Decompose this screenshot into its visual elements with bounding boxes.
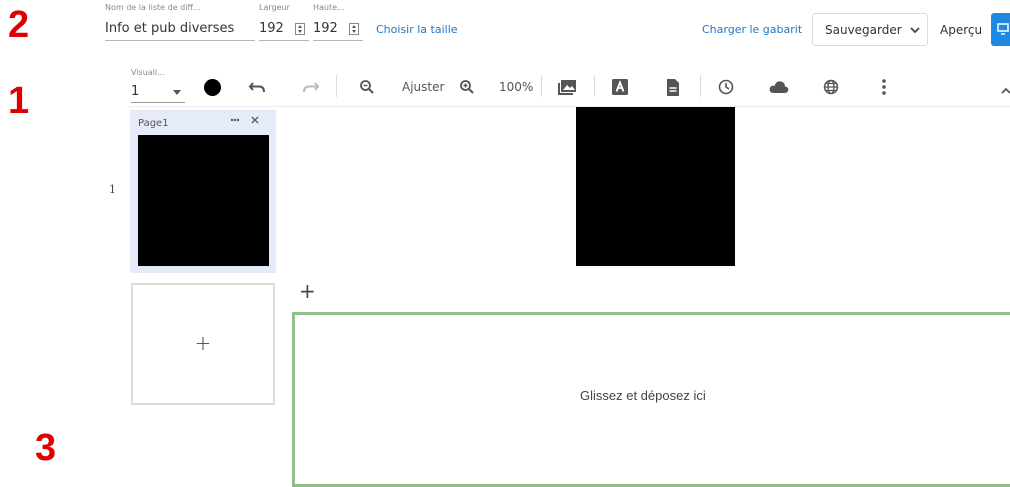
page-thumbnail-card[interactable]: Page1 <box>130 110 276 273</box>
save-dropdown[interactable]: Sauvegarder <box>812 13 928 46</box>
choose-size-link[interactable]: Choisir la taille <box>376 23 458 36</box>
image-library-icon[interactable] <box>556 76 578 98</box>
width-underline <box>259 40 309 41</box>
zoom-level: 100% <box>499 80 534 94</box>
width-input[interactable]: 192 <box>259 21 284 36</box>
list-name-label: Nom de la liste de diff... <box>105 3 201 12</box>
list-name-input[interactable]: Info et pub diverses <box>105 21 234 36</box>
close-icon[interactable] <box>251 116 259 124</box>
cloud-icon[interactable] <box>768 76 790 98</box>
add-page-card[interactable]: + <box>131 283 275 405</box>
toolbar-separator <box>336 75 337 97</box>
annotation-2: 2 <box>8 4 30 46</box>
page-label: Page1 <box>138 118 169 129</box>
fit-button[interactable]: Ajuster <box>402 80 444 94</box>
more-horizontal-icon[interactable] <box>230 117 240 123</box>
redo-icon[interactable] <box>300 76 322 98</box>
more-vertical-icon[interactable] <box>873 76 895 98</box>
drop-zone-text: Glissez et déposez ici <box>580 388 706 403</box>
zoom-out-icon[interactable] <box>356 76 378 98</box>
clock-icon[interactable] <box>715 76 737 98</box>
globe-icon[interactable] <box>820 76 842 98</box>
document-icon[interactable] <box>662 76 684 98</box>
toolbar-separator <box>594 75 595 97</box>
page-preview <box>138 135 269 266</box>
drop-zone[interactable]: Glissez et déposez ici <box>292 312 1010 487</box>
width-stepper[interactable] <box>295 23 305 35</box>
view-select-value[interactable]: 1 <box>131 84 139 99</box>
load-template-link[interactable]: Charger le gabarit <box>702 23 802 36</box>
height-stepper[interactable] <box>349 23 359 35</box>
chevron-down-icon <box>910 27 920 34</box>
annotation-1: 1 <box>8 80 30 122</box>
zoom-in-icon[interactable] <box>456 76 478 98</box>
collapse-toolbar-icon[interactable] <box>995 79 1010 101</box>
add-zone-plus-icon[interactable]: + <box>299 279 316 303</box>
add-page-plus-icon: + <box>194 331 212 355</box>
list-name-underline <box>105 40 255 41</box>
text-icon[interactable] <box>609 76 631 98</box>
toolbar-divider <box>128 106 1010 107</box>
height-label: Haute... <box>313 3 345 12</box>
view-select-label: Visuali... <box>131 68 165 77</box>
color-picker-button[interactable] <box>204 79 221 96</box>
height-input[interactable]: 192 <box>313 21 338 36</box>
canvas-preview <box>576 107 735 266</box>
height-underline <box>313 40 363 41</box>
monitor-icon <box>997 23 1009 35</box>
preview-button[interactable]: Aperçu <box>940 23 982 37</box>
width-label: Largeur <box>259 3 290 12</box>
toolbar-separator <box>700 75 701 97</box>
view-select-underline <box>131 102 185 103</box>
row-number: 1 <box>109 183 116 196</box>
view-select-arrow-icon[interactable] <box>173 90 181 95</box>
toolbar-separator <box>541 75 542 97</box>
annotation-3: 3 <box>35 427 57 469</box>
publish-button[interactable] <box>991 13 1010 46</box>
save-dropdown-label: Sauvegarder <box>825 23 902 37</box>
undo-icon[interactable] <box>246 76 268 98</box>
